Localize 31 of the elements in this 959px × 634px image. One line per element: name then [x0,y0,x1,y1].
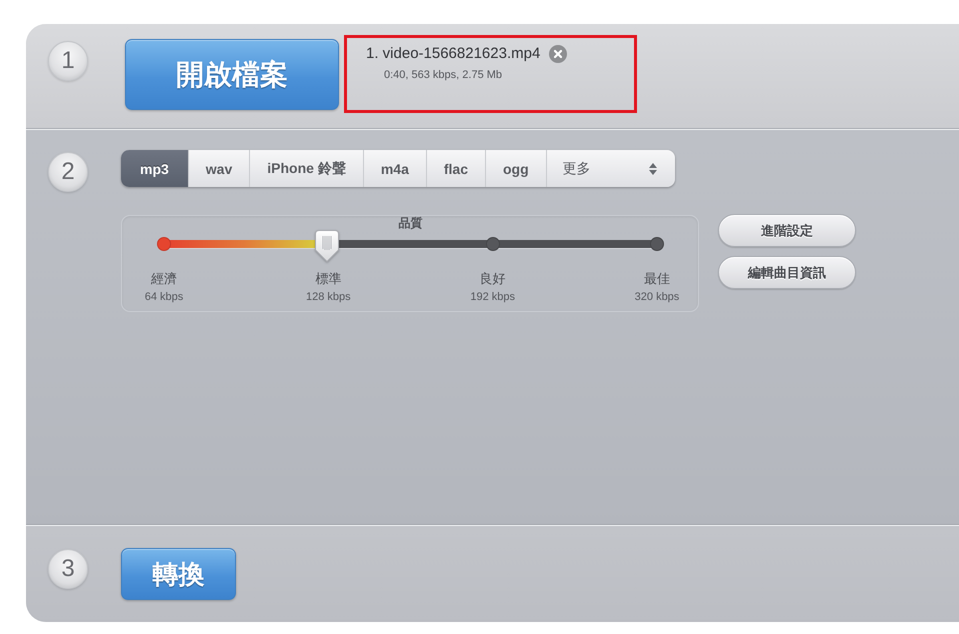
advanced-settings-button[interactable]: 進階設定 [718,214,856,247]
stop-dot-icon [650,237,664,251]
format-tab[interactable]: mp3 [121,150,188,187]
format-tab[interactable]: wav [188,150,250,187]
convert-button[interactable]: 轉換 [121,548,236,600]
step-number: 3 [48,549,88,589]
quality-level-label: 最佳 [644,271,670,286]
format-tab[interactable]: m4a [362,150,426,187]
quality-title: 品質 [398,217,422,230]
stop-dot-icon [486,237,500,251]
edit-track-info-button[interactable]: 編輯曲目資訊 [718,256,856,289]
file-name: 1. video-1566821623.mp4 [366,45,540,63]
bitrate-label: 320 kbps [634,291,680,303]
format-tab[interactable]: flac [426,150,485,187]
close-icon[interactable] [549,45,568,63]
bitrate-label: 128 kbps [306,291,351,303]
file-details: 0:40, 563 kbps, 2.75 Mb [384,69,502,81]
more-formats-dropdown[interactable]: 更多 [546,150,675,187]
bitrate-label: 64 kbps [144,291,184,303]
stop-dot-icon [157,237,171,251]
slider-thumb[interactable] [314,230,339,262]
open-file-button[interactable]: 開啟檔案 [125,39,339,110]
up-down-arrows-icon [648,162,658,176]
format-tab[interactable]: iPhone 鈴聲 [249,150,363,187]
bitrate-label: 192 kbps [470,291,515,303]
step-number: 2 [48,152,88,192]
quality-level-label: 標準 [315,271,342,286]
step-number: 1 [48,41,88,81]
format-tab[interactable]: ogg [484,150,546,187]
quality-level-label: 良好 [480,271,506,286]
quality-level-label: 經濟 [151,271,177,286]
